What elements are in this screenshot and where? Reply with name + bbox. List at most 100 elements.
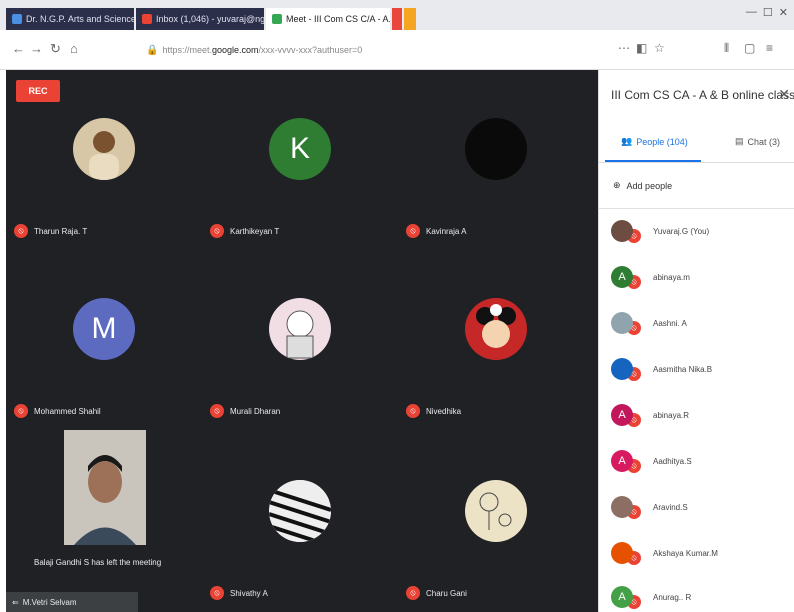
list-item[interactable]: A ⦸ abinaya.R xyxy=(611,400,791,430)
extension-tab-icon[interactable] xyxy=(404,8,416,30)
list-item[interactable]: A ⦸ abinaya.m xyxy=(611,262,791,292)
left-meeting-notice: Balaji Gandhi S has left the meeting xyxy=(34,558,162,567)
participant-tile[interactable]: ⦸ Murali Dharan xyxy=(202,250,398,430)
lock-icon: 🔒 xyxy=(146,44,159,56)
mic-off-icon: ⦸ xyxy=(210,224,224,238)
participant-photo xyxy=(269,298,331,360)
participant-name: Kavinraja A xyxy=(426,226,467,236)
url-path: /xxx-vvvv-xxx?authuser=0 xyxy=(258,45,363,55)
participant-name: Murali Dharan xyxy=(230,406,281,416)
meet-icon xyxy=(272,14,282,24)
add-people-label: Add people xyxy=(626,180,673,191)
list-item[interactable]: ⦸ Aasmitha Nika.B xyxy=(611,354,791,384)
minimize-icon[interactable]: — xyxy=(746,6,757,19)
participant-photo xyxy=(465,480,527,542)
people-panel: III Com CS CA - A & B online class ✕ 👥 P… xyxy=(598,70,794,612)
participant-name: Charu Gani xyxy=(426,588,467,598)
avatar-initial: K xyxy=(289,132,310,165)
list-item[interactable]: ⦸ Aravind.S xyxy=(611,492,791,522)
avatar: A xyxy=(611,266,633,288)
pocket-icon[interactable]: ◧ xyxy=(636,41,647,55)
self-view-bar[interactable]: ⇐ M.Vetri Selvam xyxy=(6,592,138,612)
participant-tile[interactable]: ⦸ Charu Gani xyxy=(398,432,594,612)
list-item[interactable]: A ⦸ Anurag.. R xyxy=(611,582,791,612)
browser-tab-college[interactable]: Dr. N.G.P. Arts and Science C... ✕ xyxy=(6,8,134,30)
browser-tab-bar: Dr. N.G.P. Arts and Science C... ✕ Inbox… xyxy=(0,0,794,30)
home-icon[interactable]: ⌂ xyxy=(70,41,78,56)
gmail-icon xyxy=(142,14,152,24)
divider xyxy=(599,162,794,163)
list-item[interactable]: A ⦸ Aadhitya.S xyxy=(611,446,791,476)
url-host: google.com xyxy=(211,45,259,55)
mic-off-icon: ⦸ xyxy=(406,404,420,418)
address-bar[interactable]: 🔒 https://meet. google.com/xxx-vvvv-xxx?a… xyxy=(140,38,570,62)
pin-icon: ⇐ xyxy=(12,597,19,607)
tab-label: Inbox (1,046) - yuvaraj@ngp... xyxy=(156,14,264,24)
recording-tab-icon[interactable] xyxy=(392,8,402,30)
forward-icon[interactable]: → xyxy=(30,41,43,56)
maximize-icon[interactable]: ☐ xyxy=(763,6,773,19)
list-item[interactable]: ⦸ Aashni. A xyxy=(611,308,791,338)
list-item[interactable]: ⦸ Akshaya Kumar.M xyxy=(611,538,791,568)
participant-tile[interactable]: ⦸ Tharun Raja. T xyxy=(6,70,202,250)
sidebar-icon[interactable]: ▢ xyxy=(744,41,755,55)
avatar: A xyxy=(611,404,633,426)
participant-tile[interactable]: M ⦸ Mohammed Shahil xyxy=(6,250,202,430)
cartoon-photo-icon xyxy=(286,310,314,359)
person-camera-icon xyxy=(64,430,146,545)
avatar-initial: M xyxy=(91,312,117,345)
mic-off-icon: ⦸ xyxy=(406,586,420,600)
participant-name: Aadhitya.S xyxy=(653,456,692,466)
browser-toolbar: ← → ↻ ⌂ 🔒 https://meet. google.com/xxx-vv… xyxy=(0,30,794,70)
participant-name: Tharun Raja. T xyxy=(34,226,88,236)
participant-name: abinaya.R xyxy=(653,410,690,420)
page-actions-icon[interactable]: ⋯ xyxy=(618,41,630,55)
participant-tile[interactable]: ⦸ Shivathy A xyxy=(202,432,398,612)
browser-tab-meet[interactable]: Meet - III Com CS C/A - A... ✕ xyxy=(266,8,390,30)
add-person-icon: ⊕ xyxy=(613,180,621,190)
chat-icon: ▤ xyxy=(735,136,744,146)
divider xyxy=(599,208,794,209)
mic-off-icon: ⦸ xyxy=(210,586,224,600)
participant-name: Nivedhika xyxy=(426,406,462,416)
menu-icon[interactable]: ≡ xyxy=(766,41,773,55)
participant-name: Yuvaraj.G (You) xyxy=(653,226,710,236)
avatar: A xyxy=(611,450,633,472)
participant-name: abinaya.m xyxy=(653,272,690,282)
participant-tile[interactable]: ⦸ Kavinraja A xyxy=(398,70,594,250)
participant-name: Anurag.. R xyxy=(653,592,692,602)
video-grid: REC ⦸ Tharun Raja. T K ⦸ Karthikeyan T ⦸ Ka… xyxy=(6,70,598,612)
list-item[interactable]: ⦸ Yuvaraj.G (You) xyxy=(611,216,791,246)
avatar xyxy=(611,220,633,242)
people-tab-label: People (104) xyxy=(636,136,688,147)
library-icon[interactable]: ⫴ xyxy=(724,41,729,56)
participant-tile[interactable]: ⦸ Nivedhika xyxy=(398,250,594,430)
chat-tab-label: Chat (3) xyxy=(747,136,781,147)
participant-name: Mohammed Shahil xyxy=(34,406,101,416)
reload-icon[interactable]: ↻ xyxy=(50,41,61,57)
participant-name: Karthikeyan T xyxy=(230,226,280,236)
person-photo-icon xyxy=(89,131,119,180)
tab-chat[interactable]: ▤ Chat (3) xyxy=(735,136,780,147)
tab-people[interactable]: 👥 People (104) xyxy=(621,136,688,147)
participant-photo xyxy=(269,480,331,542)
participant-name: Aashni. A xyxy=(653,318,687,328)
participant-photo xyxy=(465,298,527,360)
tab-label: Dr. N.G.P. Arts and Science C... xyxy=(26,14,134,24)
participant-photo xyxy=(73,118,135,180)
back-icon[interactable]: ← xyxy=(12,41,25,56)
participant-name: Aasmitha Nika.B xyxy=(653,364,713,374)
participant-avatar: K xyxy=(269,118,331,180)
participant-tile[interactable]: K ⦸ Karthikeyan T xyxy=(202,70,398,250)
mic-off-icon: ⦸ xyxy=(406,224,420,238)
add-people-button[interactable]: ⊕ Add people xyxy=(613,180,672,191)
participant-camera-feed[interactable] xyxy=(64,430,146,545)
bookmark-star-icon[interactable]: ☆ xyxy=(654,41,665,55)
meeting-title: III Com CS CA - A & B online class xyxy=(611,88,794,102)
browser-tab-inbox[interactable]: Inbox (1,046) - yuvaraj@ngp... ✕ xyxy=(136,8,264,30)
url-prefix: https://meet. xyxy=(162,45,212,55)
zebra-photo-icon xyxy=(269,480,331,542)
mic-off-icon: ⦸ xyxy=(14,224,28,238)
close-window-icon[interactable]: ✕ xyxy=(779,6,788,19)
close-panel-icon[interactable]: ✕ xyxy=(778,86,790,103)
